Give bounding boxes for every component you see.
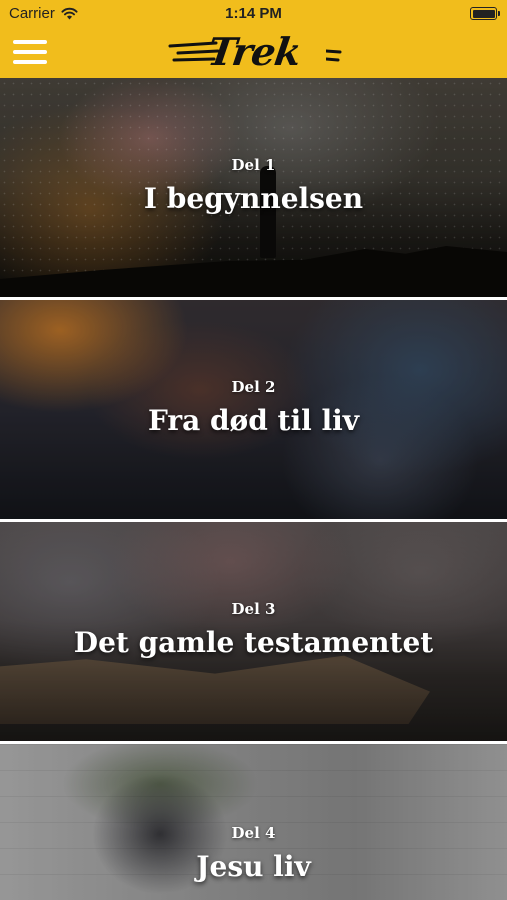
course-card-del-1[interactable]: Del 1 I begynnelsen [0, 78, 507, 297]
battery-icon [470, 7, 500, 20]
logo-text: Trek [204, 29, 304, 74]
status-time: 1:14 PM [225, 5, 282, 22]
status-bar: Carrier 1:14 PM [0, 0, 507, 28]
trek-logo: Trek [168, 29, 344, 75]
card-title: Jesu liv [196, 850, 311, 883]
card-part-label: Del 2 [231, 378, 276, 396]
course-card-del-3[interactable]: Del 3 Det gamle testamentet [0, 522, 507, 741]
speed-tail-icon [326, 49, 342, 62]
card-title: Det gamle testamentet [73, 626, 434, 659]
card-part-label: Del 1 [231, 156, 276, 174]
card-part-label: Del 3 [231, 600, 276, 618]
hamburger-menu-icon[interactable] [13, 38, 49, 66]
card-title: I begynnelsen [143, 182, 364, 215]
top-bar: Carrier 1:14 PM Trek [0, 0, 507, 78]
course-card-del-2[interactable]: Del 2 Fra død til liv [0, 300, 507, 519]
card-title: Fra død til liv [147, 404, 360, 437]
card-part-label: Del 4 [231, 824, 276, 842]
course-card-del-4[interactable]: Del 4 Jesu liv [0, 744, 507, 900]
